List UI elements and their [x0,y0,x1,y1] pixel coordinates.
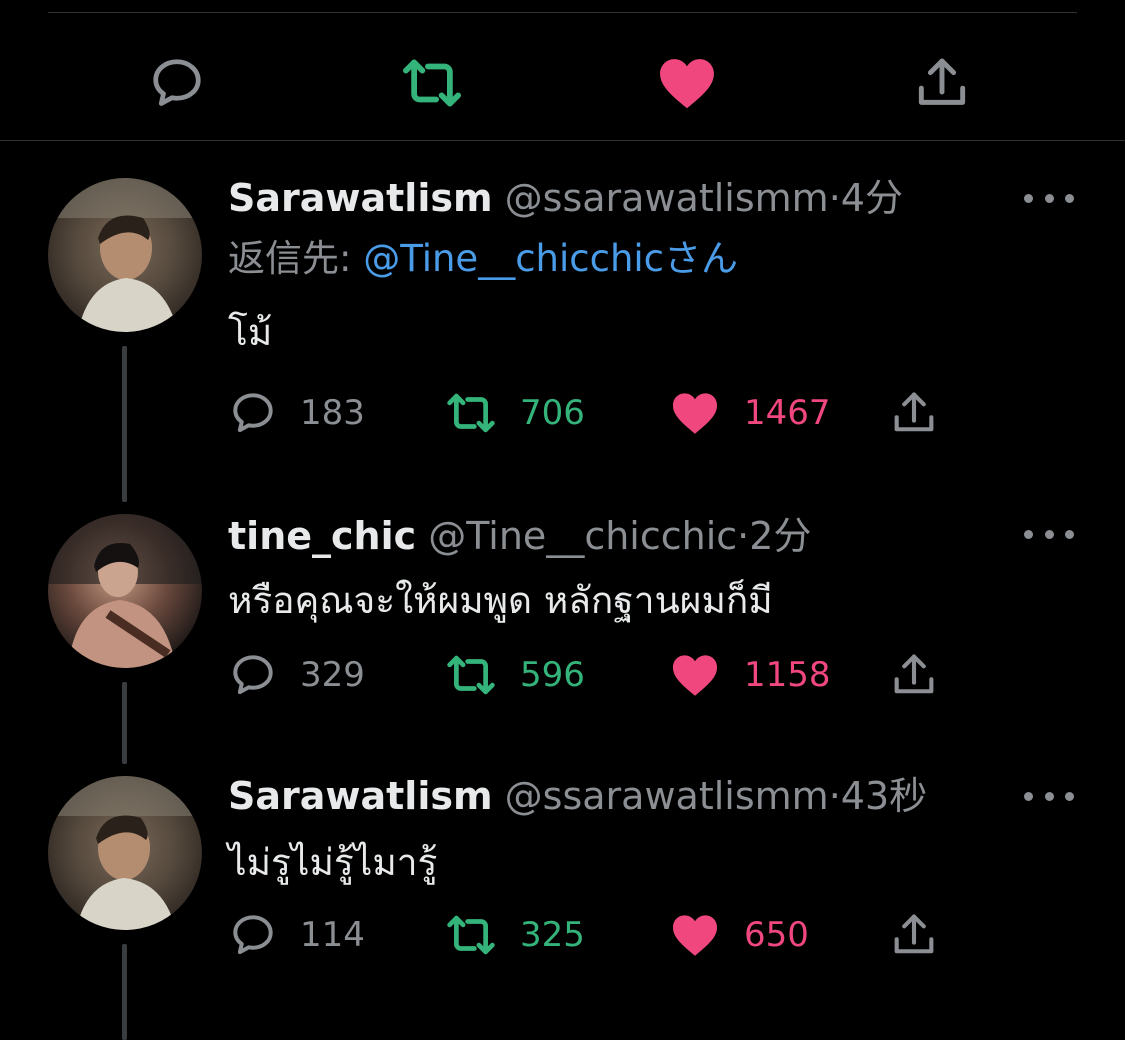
avatar-image [48,514,202,668]
retweet-count: 596 [520,655,585,695]
retweet-icon [444,908,498,962]
like-count: 1467 [744,393,831,433]
reply-button[interactable] [144,50,210,116]
retweet-count: 706 [520,393,585,433]
like-count: 1158 [744,655,831,695]
thread-line [122,682,127,764]
thread-line [122,346,127,502]
share-icon [888,649,940,701]
tweet-header: Sarawatlism @ssarawatlismm·4分 [228,176,903,220]
reply-button[interactable]: 329 [228,650,365,700]
tweet-text: โม้ [228,311,273,354]
retweet-icon [399,50,465,116]
like-icon [654,50,720,116]
reply-count: 183 [300,393,365,433]
reply-icon [228,650,278,700]
display-name[interactable]: Sarawatlism [228,774,493,818]
like-icon [668,648,722,702]
tweet-text: ไม่รูไม่รู้ไมารู้ [228,841,438,884]
retweet-icon [444,648,498,702]
avatar-image [48,776,202,930]
more-options-button[interactable] [1024,524,1074,544]
like-button[interactable]: 650 [668,910,809,960]
handle[interactable]: @ssarawatlismm [505,176,829,220]
timestamp[interactable]: 2分 [749,514,811,558]
retweet-button[interactable]: 325 [444,910,585,960]
top-divider [48,12,1077,13]
more-dot [1024,529,1033,539]
like-icon [668,908,722,962]
separator-dot: · [828,774,841,818]
more-dot [1024,193,1033,203]
separator-dot: · [828,176,841,220]
reply-prefix: 返信先: [228,237,364,280]
like-button[interactable]: 1158 [668,650,831,700]
avatar[interactable] [48,178,202,332]
retweet-count: 325 [520,915,585,955]
tweet-stats: 114 325 650 [228,910,968,960]
more-dot [1044,529,1054,539]
share-button[interactable] [909,50,975,116]
tweet-stats: 329 596 1158 [228,650,968,700]
thread-line [122,944,127,1040]
reply-context: 返信先: @Tine__chicchicさん [228,237,738,281]
timestamp[interactable]: 4分 [841,176,903,220]
avatar-image [48,178,202,332]
more-dot [1065,529,1074,539]
section-divider [0,140,1125,141]
timestamp[interactable]: 43秒 [841,774,927,818]
retweet-button[interactable]: 596 [444,650,585,700]
tweet-header: tine_chic @Tine__chicchic·2分 [228,514,811,558]
share-button[interactable] [888,910,940,960]
more-dot [1065,193,1074,203]
share-button[interactable] [888,650,940,700]
tweet-text: หรือคุณจะให้ผมพูด หลักฐานผมก็มี [228,579,773,622]
avatar[interactable] [48,776,202,930]
reply-mention-link[interactable]: @Tine__chicchic [363,237,664,280]
more-dot [1044,193,1054,203]
reply-button[interactable]: 114 [228,910,365,960]
reply-count: 329 [300,655,365,695]
more-dot [1024,791,1033,801]
like-count: 650 [744,915,809,955]
display-name[interactable]: Sarawatlism [228,176,493,220]
reply-count: 114 [300,915,365,955]
retweet-button[interactable]: 706 [444,388,585,438]
like-button[interactable] [654,50,720,116]
avatar[interactable] [48,514,202,668]
reply-button[interactable]: 183 [228,388,365,438]
reply-icon [228,388,278,438]
like-icon [668,386,722,440]
share-icon [888,387,940,439]
more-dot [1065,791,1074,801]
reply-suffix: さん [664,237,739,280]
share-icon [911,52,973,114]
handle[interactable]: @ssarawatlismm [505,774,829,818]
tweet-stats: 183 706 1467 [228,388,968,438]
separator-dot: · [737,514,750,558]
share-button[interactable] [888,388,940,438]
reply-icon [228,910,278,960]
more-options-button[interactable] [1024,786,1074,806]
reply-icon [147,53,207,113]
retweet-button[interactable] [399,50,465,116]
handle[interactable]: @Tine__chicchic [428,514,737,558]
tweet-action-bar [0,40,1125,120]
tweet-header: Sarawatlism @ssarawatlismm·43秒 [228,774,927,818]
more-dot [1044,791,1054,801]
like-button[interactable]: 1467 [668,388,831,438]
share-icon [888,909,940,961]
display-name[interactable]: tine_chic [228,514,416,558]
more-options-button[interactable] [1024,188,1074,208]
retweet-icon [444,386,498,440]
